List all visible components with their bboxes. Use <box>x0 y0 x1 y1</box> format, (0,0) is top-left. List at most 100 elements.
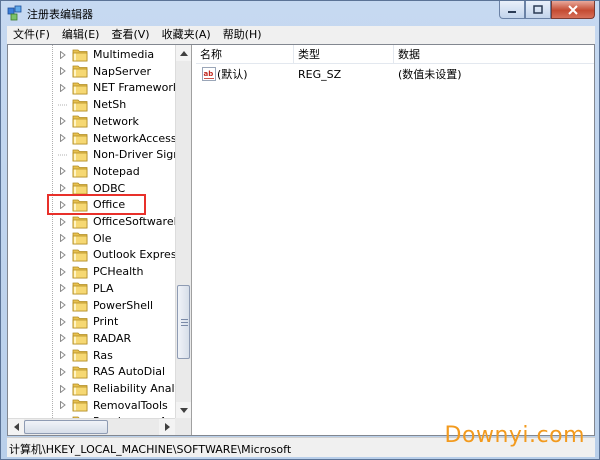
expand-arrow-icon[interactable] <box>58 250 68 260</box>
tree-item[interactable]: NapServer <box>58 63 151 80</box>
menu-help[interactable]: 帮助(H) <box>217 26 268 44</box>
status-path: 计算机\HKEY_LOCAL_MACHINE\SOFTWARE\Microsof… <box>9 443 292 456</box>
expand-arrow-icon[interactable] <box>58 217 68 227</box>
column-name-header[interactable]: 名称 <box>196 45 294 64</box>
folder-icon <box>72 383 88 395</box>
grip-line <box>181 322 188 323</box>
close-button[interactable] <box>551 1 595 19</box>
tree-item-label: Non-Driver Signin <box>93 148 175 162</box>
expand-arrow-icon[interactable] <box>58 350 68 360</box>
chevron-up-icon <box>180 50 188 56</box>
tree-item[interactable]: Outlook Express <box>58 246 175 263</box>
tree-item-label: Outlook Express <box>93 248 175 262</box>
tree-item[interactable]: Ole <box>58 230 111 247</box>
expand-arrow-icon[interactable] <box>58 300 68 310</box>
values-pane: 名称 类型 数据 ab (默认) REG_SZ (数值未设置) <box>196 45 594 435</box>
window-title: 注册表编辑器 <box>27 8 93 21</box>
value-name: (默认) <box>217 68 248 81</box>
tree-item[interactable]: Notepad <box>58 163 140 180</box>
tree-item-label: Notepad <box>93 164 140 178</box>
menu-view[interactable]: 查看(V) <box>105 26 155 44</box>
tree-item-label: Multimedia <box>93 48 155 61</box>
watermark-text: Downyi.com <box>444 423 585 448</box>
minimize-button[interactable] <box>499 1 525 19</box>
expand-arrow-icon[interactable] <box>58 367 68 377</box>
tree-item[interactable]: ODBC <box>58 180 125 197</box>
chevron-left-icon <box>13 423 19 431</box>
tree-item[interactable]: PCHealth <box>58 263 143 280</box>
tree-item[interactable]: PowerShell <box>58 297 153 314</box>
scroll-up-button[interactable] <box>176 45 191 61</box>
maximize-button[interactable] <box>525 1 551 19</box>
expand-arrow-icon[interactable] <box>58 116 68 126</box>
tree-horizontal-scrollbar[interactable] <box>8 418 175 435</box>
chevron-right-icon <box>164 423 170 431</box>
folder-icon <box>72 282 88 295</box>
tree-vertical-scrollbar[interactable] <box>175 45 191 418</box>
menu-favorites[interactable]: 收藏夹(A) <box>156 26 217 44</box>
folder-icon <box>72 65 88 78</box>
scrollbar-corner <box>175 418 191 435</box>
scroll-down-button[interactable] <box>176 402 191 418</box>
tree-item-label: NET Framework S <box>93 81 175 95</box>
minimize-icon <box>508 10 516 13</box>
column-data-header[interactable]: 数据 <box>394 45 594 64</box>
value-type: REG_SZ <box>298 68 342 81</box>
folder-icon <box>72 216 88 228</box>
expand-arrow-icon[interactable] <box>58 200 68 210</box>
tree-item[interactable]: Reliability Analysis <box>58 380 175 397</box>
tree-item[interactable]: RemovalTools <box>58 397 168 414</box>
expand-arrow-icon[interactable] <box>58 333 68 343</box>
maximize-icon <box>533 5 543 14</box>
tree-item[interactable]: Network <box>58 113 139 130</box>
tree-connector <box>58 100 68 110</box>
chevron-down-icon <box>180 407 188 413</box>
expand-arrow-icon[interactable] <box>58 233 68 243</box>
tree-item[interactable]: NET Framework S <box>58 79 175 96</box>
tree-item[interactable]: PLA <box>58 280 114 297</box>
tree-item[interactable]: Ras <box>58 347 113 364</box>
value-row[interactable]: ab (默认) REG_SZ (数值未设置) <box>196 66 594 83</box>
expand-arrow-icon[interactable] <box>58 267 68 277</box>
tree-item-label: RADAR <box>93 331 132 345</box>
tree-item[interactable]: OfficeSoftwarePro <box>58 213 175 230</box>
scroll-right-button[interactable] <box>159 419 175 435</box>
folder-icon <box>72 49 88 61</box>
tree-item[interactable]: Non-Driver Signin <box>58 146 175 163</box>
tree-item-label: RAS AutoDial <box>93 365 166 379</box>
expand-arrow-icon[interactable] <box>58 384 68 394</box>
folder-icon <box>72 299 88 312</box>
expand-arrow-icon[interactable] <box>58 66 68 76</box>
folder-icon <box>72 149 88 162</box>
folder-icon <box>72 332 88 345</box>
horizontal-scroll-thumb[interactable] <box>24 420 108 434</box>
expand-arrow-icon[interactable] <box>58 50 68 60</box>
folder-icon <box>72 249 88 262</box>
tree-item[interactable]: NetworkAccessPr <box>58 130 175 147</box>
tree-item[interactable]: RADAR <box>58 330 131 347</box>
expand-arrow-icon[interactable] <box>58 283 68 293</box>
expand-arrow-icon[interactable] <box>58 183 68 193</box>
expand-arrow-icon[interactable] <box>58 400 68 410</box>
column-type-header[interactable]: 类型 <box>294 45 394 64</box>
close-icon <box>568 4 578 15</box>
tree-item[interactable]: Print <box>58 313 118 330</box>
scroll-left-button[interactable] <box>8 419 24 435</box>
menu-file[interactable]: 文件(F) <box>7 26 56 44</box>
client-area: Multimedia NapServer NET Framework S NetSh N… <box>7 44 595 436</box>
expand-arrow-icon[interactable] <box>58 317 68 327</box>
scroll-thumb[interactable] <box>177 285 190 359</box>
menu-bar: 文件(F) 编辑(E) 查看(V) 收藏夹(A) 帮助(H) <box>7 26 595 44</box>
tree-item[interactable]: Office <box>47 194 146 216</box>
menu-edit[interactable]: 编辑(E) <box>56 26 106 44</box>
expand-arrow-icon[interactable] <box>58 83 68 93</box>
expand-arrow-icon[interactable] <box>58 166 68 176</box>
tree-item[interactable]: RAS AutoDial <box>58 363 165 380</box>
key-tree-pane: Multimedia NapServer NET Framework S NetSh N… <box>8 45 192 435</box>
watermark-logo: Downyi.com <box>445 423 585 448</box>
tree-item[interactable]: Multimedia <box>58 46 154 63</box>
folder-icon <box>72 115 88 128</box>
tree-item[interactable]: NetSh <box>58 96 126 113</box>
expand-arrow-icon[interactable] <box>58 133 68 143</box>
title-bar[interactable]: 注册表编辑器 <box>1 1 599 24</box>
